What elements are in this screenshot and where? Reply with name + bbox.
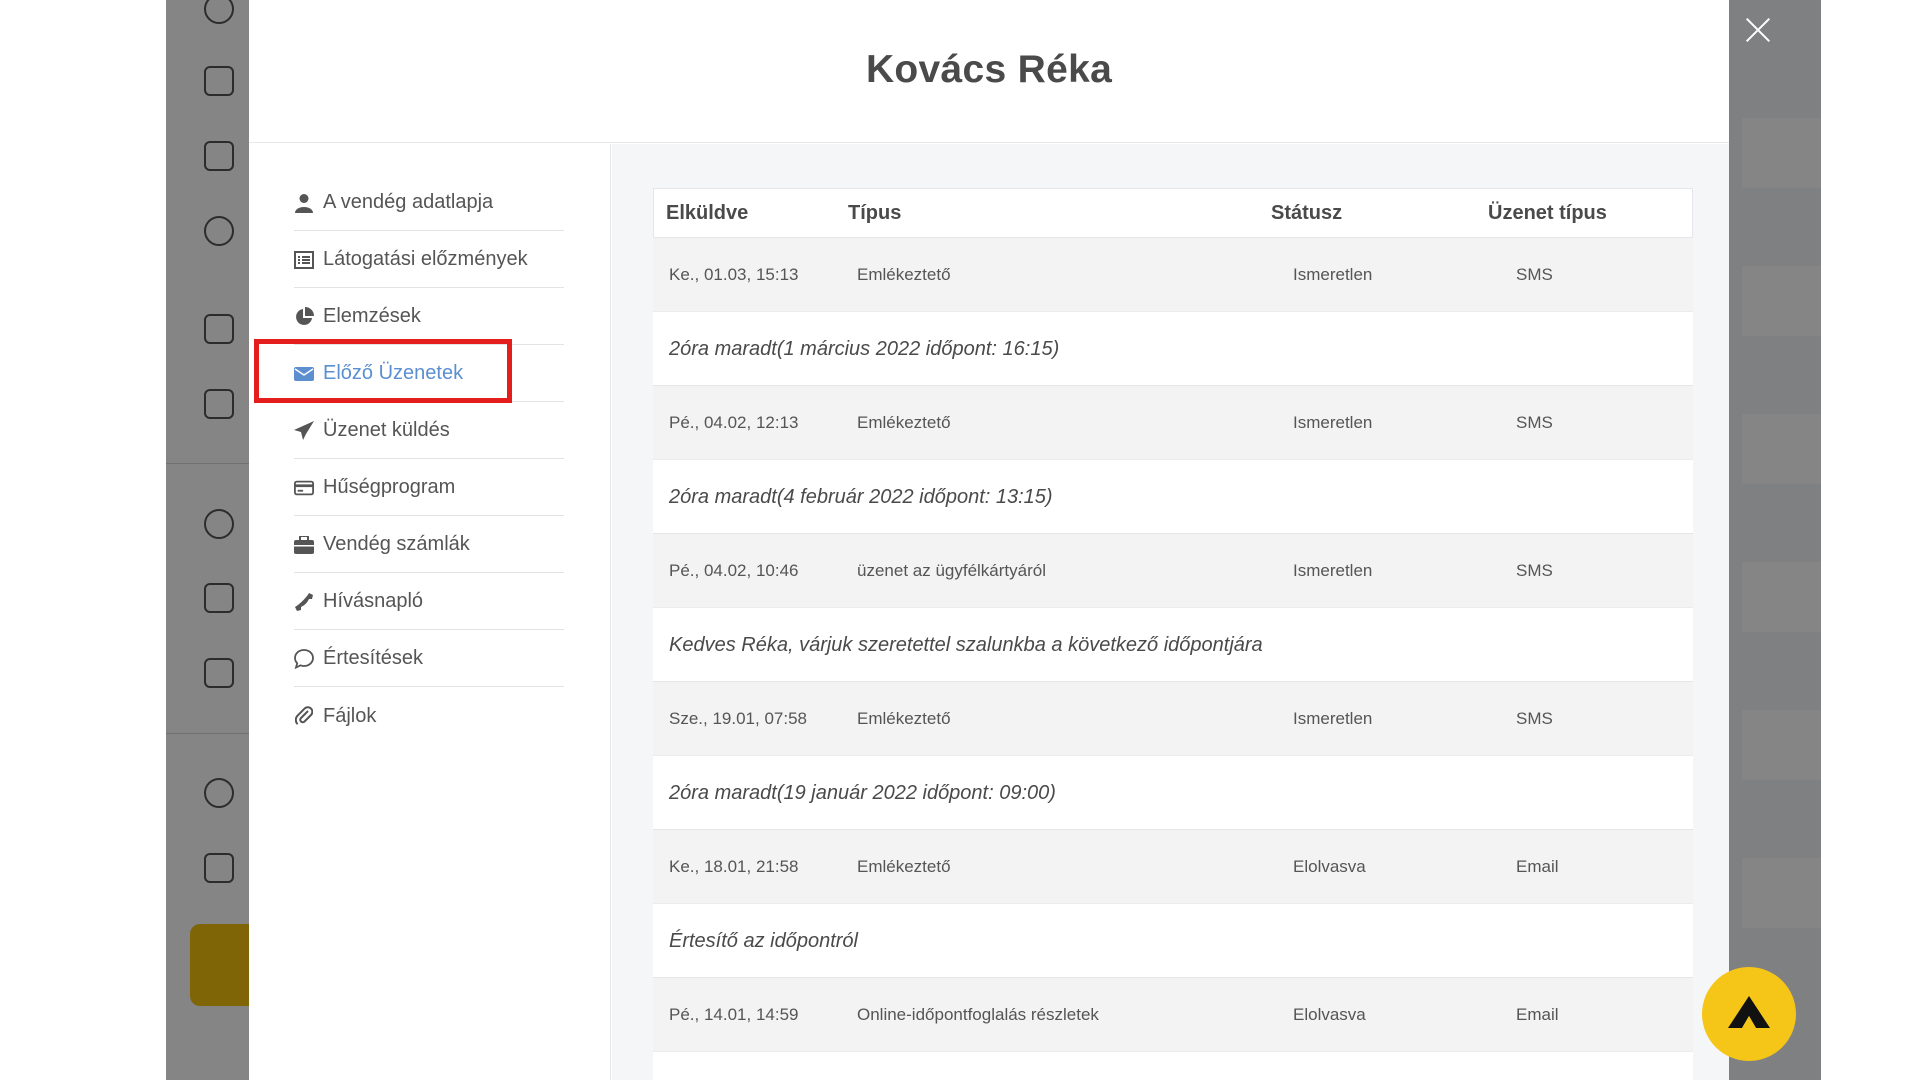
table-row[interactable]: Sze., 19.01, 07:58 Emlékeztető Ismeretle…: [653, 682, 1693, 756]
cell-sent: Ke., 01.03, 15:13: [669, 265, 799, 284]
cell-sent: Ke., 18.01, 21:58: [669, 857, 799, 876]
cell-sent: Pé., 04.02, 10:46: [669, 561, 799, 580]
nav-item-label: Elemzések: [323, 305, 421, 327]
pie-chart-icon: [294, 306, 314, 327]
nav-item-label: Üzenet küldés: [323, 419, 450, 441]
table-row[interactable]: Pé., 14.01, 14:59 Online-időpontfoglalás…: [653, 978, 1693, 1052]
cell-sent: Pé., 14.01, 14:59: [669, 1005, 799, 1024]
column-header-status: Státusz: [1271, 201, 1343, 224]
nav-item-loyalty-program[interactable]: Hűségprogram: [294, 460, 564, 516]
nav-item-send-message[interactable]: Üzenet küldés: [294, 403, 564, 459]
message-text-row: 2óra maradt(19 január 2022 időpont: 09:0…: [653, 756, 1693, 830]
cell-status: Ismeretlen: [1293, 709, 1373, 728]
nav-item-label: Fájlok: [323, 704, 377, 727]
highlight-box: [254, 339, 512, 403]
cell-sent: Pé., 04.02, 12:13: [669, 413, 799, 432]
nav-item-label: Látogatási előzmények: [323, 248, 528, 270]
nav-item-visit-history[interactable]: Látogatási előzmények: [294, 232, 564, 288]
cell-message-type: SMS: [1516, 709, 1553, 728]
cell-message-type: SMS: [1516, 413, 1553, 432]
message-text-row: 2óra maradt(1 március 2022 időpont: 16:1…: [653, 312, 1693, 386]
message-text-row: 2óra maradt(4 február 2022 időpont: 13:1…: [653, 460, 1693, 534]
cell-status: Elolvasva: [1293, 857, 1366, 876]
table-row[interactable]: Ke., 01.03, 15:13 Emlékeztető Ismeretlen…: [653, 238, 1693, 312]
cell-status: Elolvasva: [1293, 1005, 1366, 1024]
message-text: 2óra maradt(4 február 2022 időpont: 13:1…: [669, 485, 1053, 508]
close-icon[interactable]: [1740, 12, 1776, 48]
table-header: Elküldve Típus Státusz Üzenet típus: [653, 188, 1693, 238]
message-text: 2óra maradt(1 március 2022 időpont: 16:1…: [669, 337, 1060, 360]
cell-status: Ismeretlen: [1293, 561, 1373, 580]
user-icon: [294, 193, 314, 213]
message-text: Értesítő az időpontról: [669, 929, 858, 952]
cell-message-type: SMS: [1516, 265, 1553, 284]
table-row[interactable]: Ke., 18.01, 21:58 Emlékeztető Elolvasva …: [653, 830, 1693, 904]
help-fab-button[interactable]: [1702, 967, 1796, 1061]
nav-item-label: Vendég számlák: [323, 533, 470, 555]
cell-message-type: SMS: [1516, 561, 1553, 580]
message-text: Kedves Réka, várjuk szeretettel szalunkb…: [669, 633, 1263, 656]
messages-table: Elküldve Típus Státusz Üzenet típus Ke.,…: [653, 188, 1693, 1080]
briefcase-icon: [294, 535, 314, 555]
nav-item-guest-invoices[interactable]: Vendég számlák: [294, 517, 564, 573]
message-text-row: [653, 1052, 1693, 1080]
chat-bubble-icon: [294, 648, 314, 669]
cell-type: Emlékeztető: [857, 857, 951, 876]
cell-sent: Sze., 19.01, 07:58: [669, 709, 807, 728]
message-text-row: Értesítő az időpontról: [653, 904, 1693, 978]
messages-panel: Elküldve Típus Státusz Üzenet típus Ke.,…: [612, 144, 1729, 1080]
modal-header: Kovács Réka: [249, 0, 1729, 143]
cell-message-type: Email: [1516, 1005, 1559, 1024]
modal-title: Kovács Réka: [865, 48, 1113, 91]
guest-modal: Kovács Réka A vendég adatlapja Látogatás…: [249, 0, 1729, 1080]
cell-type: Emlékeztető: [857, 709, 951, 728]
paperclip-icon: [294, 706, 314, 726]
cell-type: Emlékeztető: [857, 265, 951, 284]
cell-type: Emlékeztető: [857, 413, 951, 432]
cell-type: Online-időpontfoglalás részletek: [857, 1005, 1099, 1024]
nav-item-label: Értesítések: [323, 647, 424, 669]
modal-nav: A vendég adatlapja Látogatási előzmények…: [249, 144, 611, 1080]
table-row[interactable]: Pé., 04.02, 12:13 Emlékeztető Ismeretlen…: [653, 386, 1693, 460]
column-header-message-type: Üzenet típus: [1488, 201, 1607, 224]
nav-item-notifications[interactable]: Értesítések: [294, 631, 564, 687]
nav-item-label: A vendég adatlapja: [323, 191, 494, 213]
list-icon: [294, 250, 314, 270]
message-text-row: Kedves Réka, várjuk szeretettel szalunkb…: [653, 608, 1693, 682]
cell-status: Ismeretlen: [1293, 265, 1373, 284]
nav-item-label: Hívásnapló: [323, 590, 424, 612]
message-text: 2óra maradt(19 január 2022 időpont: 09:0…: [669, 781, 1056, 804]
column-header-type: Típus: [848, 201, 902, 224]
nav-item-label: Hűségprogram: [323, 476, 456, 498]
cell-message-type: Email: [1516, 857, 1559, 876]
table-row[interactable]: Pé., 04.02, 10:46 üzenet az ügyfélkártyá…: [653, 534, 1693, 608]
nav-item-analytics[interactable]: Elemzések: [294, 289, 564, 345]
paper-plane-icon: [294, 420, 314, 441]
credit-card-icon: [294, 478, 314, 498]
nav-item-guest-profile[interactable]: A vendég adatlapja: [294, 175, 564, 231]
column-header-sent: Elküldve: [666, 201, 749, 224]
nav-item-call-log[interactable]: Hívásnapló: [294, 574, 564, 630]
nav-item-files[interactable]: Fájlok: [294, 688, 564, 744]
cell-type: üzenet az ügyfélkártyáról: [857, 561, 1046, 580]
logo-icon: [1726, 994, 1772, 1035]
phone-icon: [294, 592, 314, 612]
cell-status: Ismeretlen: [1293, 413, 1373, 432]
